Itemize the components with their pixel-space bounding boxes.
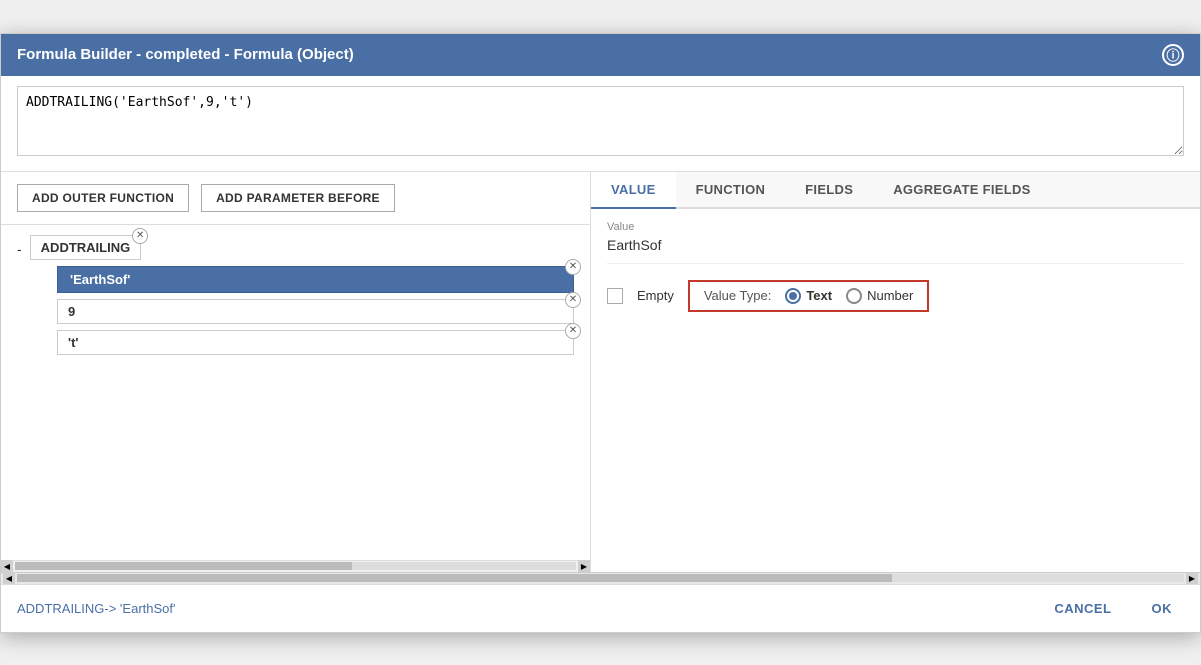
cancel-button[interactable]: CANCEL [1042, 595, 1123, 622]
value-type-label: Value Type: [704, 288, 771, 303]
radio-text-option[interactable]: Text [785, 288, 832, 304]
value-field-label: Value [607, 221, 1184, 233]
tab-aggregate-fields[interactable]: AGGREGATE FIELDS [873, 172, 1050, 209]
child-node-2-label[interactable]: 't' [57, 330, 574, 355]
horizontal-scroll-thumb [15, 562, 352, 570]
child-node-2-close[interactable]: ✕ [565, 323, 581, 339]
bottom-scroll-thumb [17, 574, 892, 582]
child-node-1-close[interactable]: ✕ [565, 292, 581, 308]
tree-dash: - [17, 241, 22, 257]
radio-number-label: Number [867, 288, 913, 303]
footer: ADDTRAILING-> 'EarthSof' CANCEL OK [1, 584, 1200, 632]
tab-content-value: Value EarthSof Empty Value Type: Text [591, 209, 1200, 572]
root-node-label[interactable]: ADDTRAILING [30, 235, 142, 260]
dialog-title: Formula Builder - completed - Formula (O… [17, 46, 354, 63]
root-node-row: - ✕ ADDTRAILING [17, 235, 574, 260]
child-node-2: ✕ 't' [57, 330, 574, 355]
tab-value[interactable]: VALUE [591, 172, 676, 209]
footer-actions: CANCEL OK [1042, 595, 1184, 622]
tab-function[interactable]: FUNCTION [676, 172, 786, 209]
radio-number-option[interactable]: Number [846, 288, 913, 304]
child-node-1: ✕ 9 [57, 299, 574, 324]
footer-path[interactable]: ADDTRAILING-> 'EarthSof' [17, 601, 175, 616]
title-bar: Formula Builder - completed - Formula (O… [1, 34, 1200, 76]
radio-number-circle[interactable] [846, 288, 862, 304]
tab-fields[interactable]: FIELDS [785, 172, 873, 209]
bottom-scroll-track[interactable] [17, 574, 1184, 582]
root-node-close[interactable]: ✕ [132, 228, 148, 244]
child-node-0: ✕ 'EarthSof' [57, 266, 574, 293]
empty-checkbox[interactable] [607, 288, 623, 304]
left-panel: ADD OUTER FUNCTION ADD PARAMETER BEFORE … [1, 172, 591, 572]
bottom-scroll-left[interactable]: ◀ [3, 572, 15, 584]
child-node-0-label[interactable]: 'EarthSof' [57, 266, 574, 293]
tree-area: - ✕ ADDTRAILING ✕ 'EarthSof' [1, 225, 590, 560]
formula-builder-dialog: Formula Builder - completed - Formula (O… [0, 33, 1201, 633]
radio-text-label: Text [806, 288, 832, 303]
formula-input[interactable]: ADDTRAILING('EarthSof',9,'t') [17, 86, 1184, 156]
ok-button[interactable]: OK [1140, 595, 1185, 622]
child-node-1-label[interactable]: 9 [57, 299, 574, 324]
add-outer-function-button[interactable]: ADD OUTER FUNCTION [17, 184, 189, 212]
info-icon-button[interactable]: ⓘ [1162, 44, 1184, 66]
bottom-scrollbar: ◀ ▶ [1, 572, 1200, 584]
left-toolbar: ADD OUTER FUNCTION ADD PARAMETER BEFORE [1, 172, 590, 225]
value-field-text: EarthSof [607, 237, 1184, 264]
sub-nodes: ✕ 'EarthSof' ✕ 9 ✕ 't' [57, 266, 574, 355]
scroll-right-arrow[interactable]: ▶ [578, 560, 590, 572]
main-content: ADD OUTER FUNCTION ADD PARAMETER BEFORE … [1, 172, 1200, 572]
root-node: ✕ ADDTRAILING [30, 235, 142, 260]
tabs-bar: VALUE FUNCTION FIELDS AGGREGATE FIELDS [591, 172, 1200, 209]
right-panel: VALUE FUNCTION FIELDS AGGREGATE FIELDS V… [591, 172, 1200, 572]
formula-area: ADDTRAILING('EarthSof',9,'t') [1, 76, 1200, 172]
horizontal-scrollbar[interactable] [15, 562, 576, 570]
scroll-left-arrow[interactable]: ◀ [1, 560, 13, 572]
value-type-row: Empty Value Type: Text Number [607, 280, 1184, 312]
value-type-box: Value Type: Text Number [688, 280, 929, 312]
radio-text-circle[interactable] [785, 288, 801, 304]
child-node-0-close[interactable]: ✕ [565, 259, 581, 275]
bottom-scroll-right[interactable]: ▶ [1186, 572, 1198, 584]
empty-label: Empty [637, 288, 674, 303]
add-parameter-before-button[interactable]: ADD PARAMETER BEFORE [201, 184, 395, 212]
